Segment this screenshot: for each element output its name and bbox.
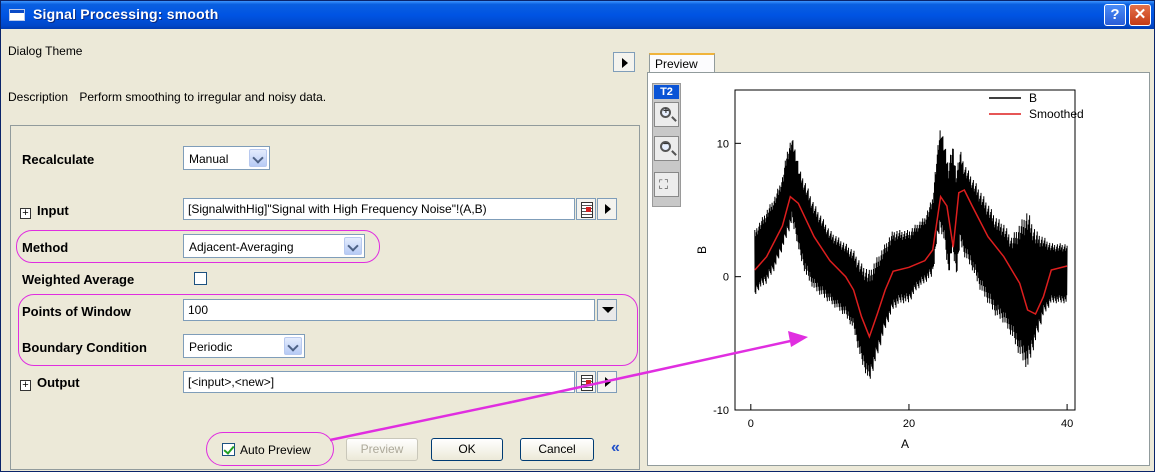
annotation-arrow-head [788, 331, 808, 347]
series-B-line [754, 130, 1068, 379]
y-tick-label: 0 [723, 272, 729, 284]
y-axis-label: B [695, 246, 709, 254]
annotation-arrows [329, 331, 808, 442]
chart-overlay: 0 20 40 10 0 -10 A B B Smoothed [329, 89, 1084, 451]
preview-chart: 0 20 40 10 0 -10 A B B Smoothed [695, 89, 1084, 451]
x-tick-label: 40 [1061, 418, 1073, 430]
legend-label-smoothed: Smoothed [1029, 107, 1084, 121]
x-tick-label: 0 [748, 418, 754, 430]
y-tick-label: 10 [717, 138, 729, 150]
x-axis-label: A [901, 437, 909, 451]
x-tick-label: 20 [903, 418, 915, 430]
annotation-arrow-line [511, 338, 796, 404]
legend-label-B: B [1029, 91, 1037, 105]
y-tick-label: -10 [713, 405, 729, 417]
annotation-arrow-line [329, 400, 513, 442]
